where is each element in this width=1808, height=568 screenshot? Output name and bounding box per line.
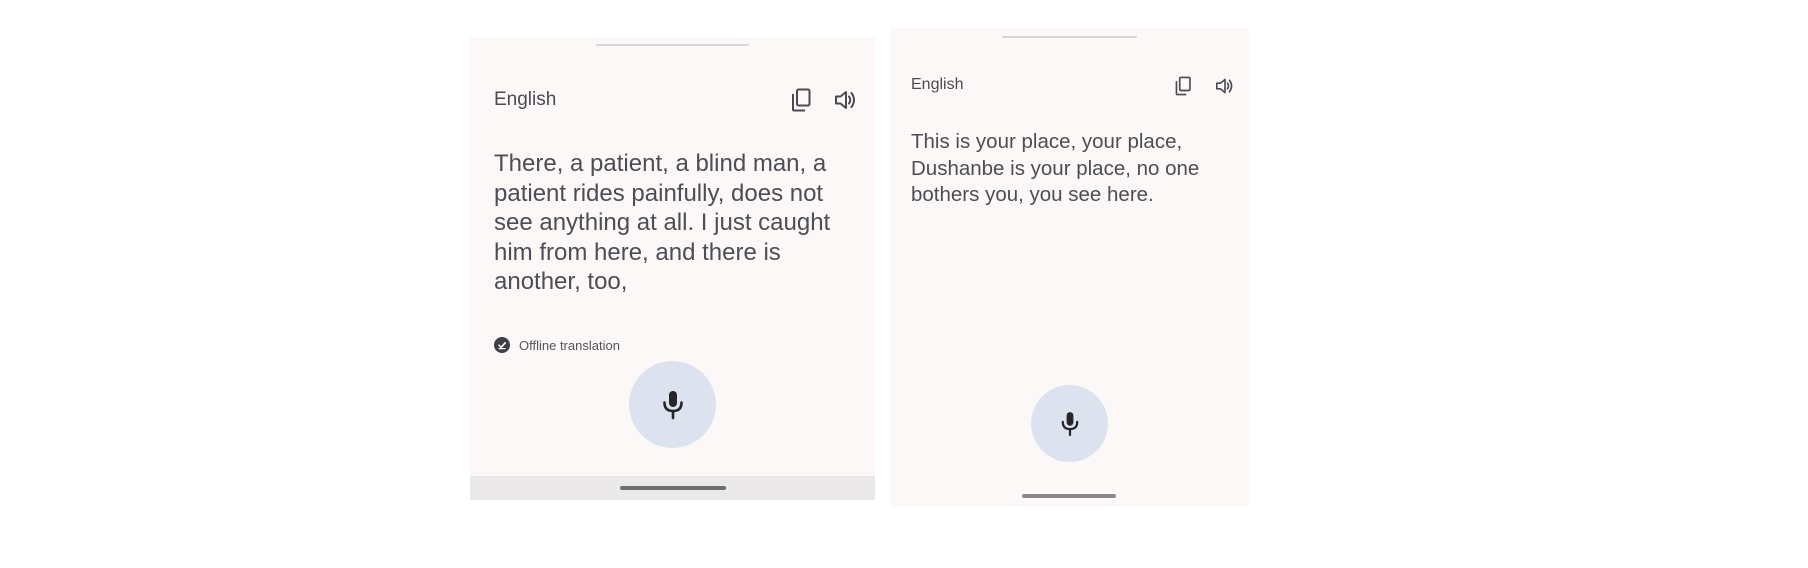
microphone-button[interactable] (629, 361, 716, 448)
copy-button[interactable] (786, 85, 816, 115)
speaker-icon (835, 91, 855, 109)
microphone-icon (1061, 411, 1078, 436)
listen-button[interactable] (1212, 73, 1238, 99)
language-label: English (911, 76, 964, 93)
home-indicator[interactable] (1022, 494, 1116, 498)
drag-handle[interactable] (596, 44, 749, 46)
listen-button[interactable] (831, 85, 861, 115)
microphone-icon (662, 390, 683, 419)
translation-sheet-right: English This is your place, your place, … (890, 28, 1249, 507)
copy-icon (792, 88, 811, 112)
offline-label: Offline translation (519, 337, 620, 353)
translation-text: This is your place, your place, Dushanbe… (911, 130, 1200, 206)
system-navigation-bar (890, 483, 1249, 507)
offline-translation-indicator: Offline translation (494, 337, 620, 353)
drag-handle[interactable] (1002, 36, 1137, 38)
copy-icon (1175, 76, 1191, 96)
translation-text: There, a patient, a blind man, a patient… (494, 150, 831, 295)
home-indicator[interactable] (620, 486, 726, 490)
copy-button[interactable] (1170, 73, 1196, 99)
microphone-button[interactable] (1031, 385, 1108, 462)
check-circle-icon (494, 337, 510, 353)
language-label: English (494, 89, 557, 110)
speaker-icon (1216, 78, 1233, 94)
system-navigation-bar (470, 476, 875, 500)
translation-sheet-left: English There, a patient, a blind man, a… (470, 37, 875, 500)
